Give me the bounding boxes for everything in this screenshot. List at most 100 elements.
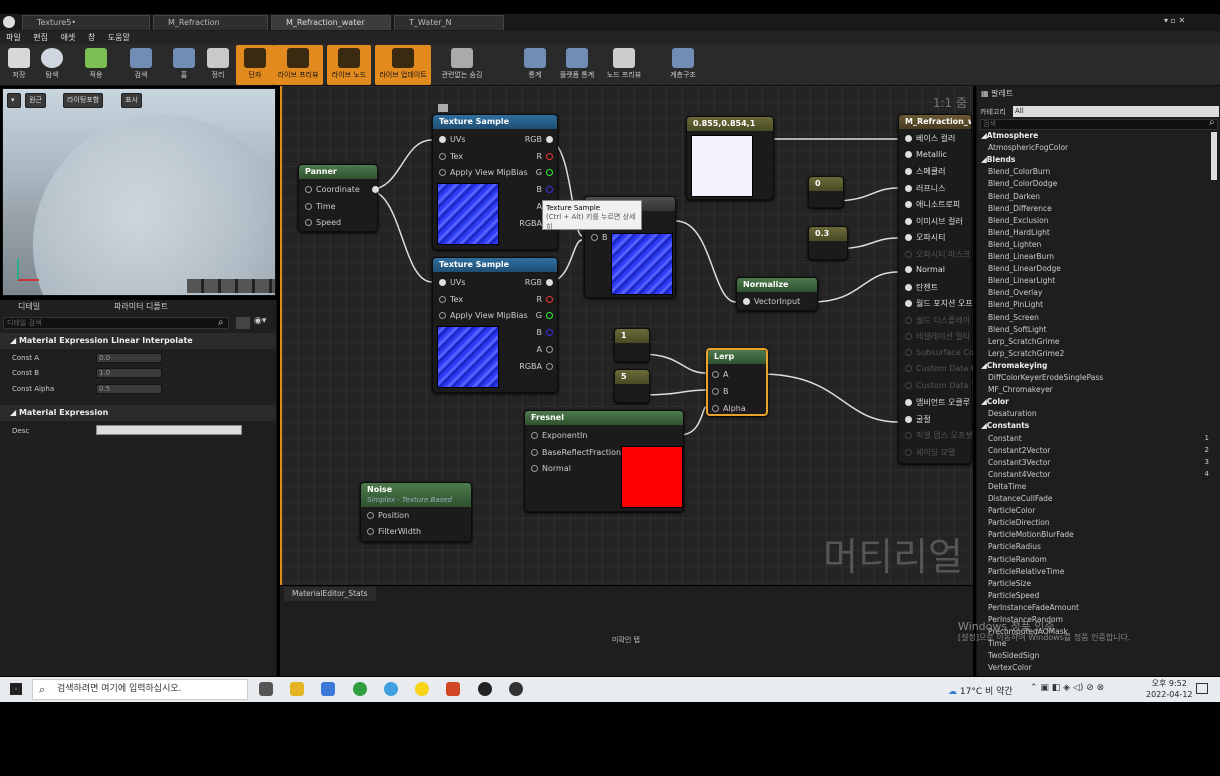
result-input-pin[interactable]: 애니소트로피 — [901, 199, 960, 210]
speed-pin[interactable]: Speed — [301, 218, 341, 227]
result-input-pin[interactable]: 테셀레이션 멀티 — [901, 331, 970, 342]
palette-category[interactable]: ◢Blends — [981, 155, 1015, 164]
live-update-button[interactable]: 라이브 업데이트 — [375, 45, 431, 85]
b-out-pin[interactable]: B — [537, 185, 558, 194]
tab-details[interactable]: 디테일 — [4, 300, 40, 314]
preview-shape-buttons[interactable] — [187, 279, 275, 293]
rgb-out-pin[interactable]: RGB — [525, 135, 557, 144]
palette-item[interactable]: Blend_Darken — [988, 192, 1040, 201]
result-input-pin[interactable]: Subsurface Col — [901, 348, 973, 357]
g-out-pin[interactable]: G — [536, 311, 557, 320]
texture-sample-node[interactable]: Texture Sample UVs Tex Apply View MipBia… — [432, 257, 558, 393]
mipbias-pin[interactable]: Apply View MipBias — [435, 168, 528, 177]
palette-item[interactable]: DistanceCullFade — [988, 494, 1053, 503]
normalize-node[interactable]: Normalize VectorInput — [736, 277, 818, 311]
filterwidth-pin[interactable]: FilterWidth — [363, 527, 421, 536]
lerp-node[interactable]: Lerp A B Alpha — [706, 348, 768, 416]
palette-item[interactable]: ParticleRadius — [988, 542, 1041, 551]
exponentin-pin[interactable]: ExponentIn — [527, 431, 587, 440]
result-input-pin[interactable]: Metallic — [901, 150, 947, 159]
tab-parameter-defaults[interactable]: 파라미터 디폴트 — [100, 300, 168, 314]
const-b-field[interactable]: 1.0 — [96, 368, 162, 378]
desc-field[interactable] — [96, 425, 242, 435]
tab-m-refraction-water[interactable]: M_Refraction_water — [271, 15, 391, 30]
home-button[interactable]: 홈 — [165, 45, 203, 85]
apply-button[interactable]: 적용 — [77, 45, 115, 85]
a-out-pin[interactable]: A — [537, 345, 557, 354]
palette-item[interactable]: Constant — [988, 434, 1022, 443]
palette-item[interactable]: TwoSidedSign — [988, 651, 1039, 660]
palette-item[interactable]: ParticleRandom — [988, 555, 1047, 564]
kakaotalk-icon[interactable] — [415, 682, 429, 696]
palette-category[interactable]: ◢Color — [981, 397, 1009, 406]
palette-item[interactable]: Blend_Screen — [988, 313, 1039, 322]
palette-item[interactable]: Lerp_ScratchGrime — [988, 337, 1060, 346]
palette-item[interactable]: VertexColor — [988, 663, 1032, 672]
constant-node[interactable]: 1 — [614, 328, 650, 362]
palette-item[interactable]: ParticleSpeed — [988, 591, 1039, 600]
tab-m-refraction[interactable]: M_Refraction — [153, 15, 268, 30]
palette-item[interactable]: Blend_Difference — [988, 204, 1052, 213]
result-input-pin[interactable]: 탄젠트 — [901, 282, 938, 293]
tex-pin[interactable]: Tex — [435, 152, 463, 161]
palette-item[interactable]: Constant3Vector — [988, 458, 1050, 467]
palette-item[interactable]: Blend_ColorDodge — [988, 179, 1057, 188]
live-nodes-button[interactable]: 라이브 노드 — [327, 45, 371, 85]
result-input-pin[interactable]: 픽셀 뎁스 오프셋 — [901, 430, 973, 441]
weather-text[interactable]: ☁ 17°C 비 약간 — [948, 684, 1013, 697]
system-tray-icons[interactable]: ⌃ ▣ ◧ ◈ ◁) ⊘ ⊗ — [1030, 683, 1104, 693]
menu-window[interactable]: 창 — [88, 33, 95, 42]
chrome-icon[interactable] — [353, 682, 367, 696]
menu-asset[interactable]: 애셋 — [61, 33, 76, 42]
mipbias-pin[interactable]: Apply View MipBias — [435, 311, 528, 320]
b-pin[interactable]: B — [708, 387, 729, 396]
result-input-pin[interactable]: 오파시티 마스크 — [901, 249, 970, 260]
connectors-button[interactable]: 단자 — [236, 45, 274, 85]
notification-icon[interactable] — [1196, 683, 1208, 694]
palette-item[interactable]: Blend_SoftLight — [988, 325, 1047, 334]
palette-search-input[interactable]: 검색 — [980, 119, 1218, 130]
cleanup-button[interactable]: 정리 — [199, 45, 237, 85]
rgba-out-pin[interactable]: RGBA — [519, 362, 557, 371]
tab-palette[interactable]: ▦ 팔레트 — [981, 88, 1013, 99]
search-button[interactable]: 검색 — [122, 45, 160, 85]
result-input-pin[interactable]: 굴절 — [901, 414, 931, 425]
result-input-pin[interactable]: Custom Data 1 — [901, 381, 973, 390]
constant3vector-node[interactable]: 0.855,0.854,1 — [686, 116, 774, 200]
r-out-pin[interactable]: R — [536, 295, 557, 304]
details-search-input[interactable]: 디테일 검색 — [3, 317, 229, 329]
palette-item[interactable]: ParticleDirection — [988, 518, 1050, 527]
tab-texture5[interactable]: Texture5• — [22, 15, 150, 30]
r-out-pin[interactable]: R — [536, 152, 557, 161]
palette-item[interactable]: ParticleColor — [988, 506, 1035, 515]
hierarchy-button[interactable]: 계층구조 — [664, 45, 702, 85]
basereflect-pin[interactable]: BaseReflectFractionIn — [527, 448, 628, 457]
palette-category[interactable]: ◢Constants — [981, 421, 1029, 430]
unity-icon[interactable] — [509, 682, 523, 696]
lit-button[interactable]: 라이팅포함 — [63, 93, 104, 108]
normal-pin[interactable]: Normal — [527, 464, 571, 473]
palette-item[interactable]: Blend_LinearDodge — [988, 264, 1061, 273]
result-input-pin[interactable]: Custom Data 0 — [901, 364, 973, 373]
palette-item[interactable]: Desaturation — [988, 409, 1037, 418]
palette-category[interactable]: ◢Chromakeying — [981, 361, 1047, 370]
result-input-pin[interactable]: 러프니스 — [901, 183, 945, 194]
fresnel-node[interactable]: Fresnel ExponentIn BaseReflectFractionIn… — [524, 410, 684, 512]
node-preview-button[interactable]: 노드 프리뷰 — [602, 45, 646, 85]
section-linear-interpolate[interactable]: ◢ Material Expression Linear Interpolate — [0, 333, 276, 349]
palette-category[interactable]: ◢Atmosphere — [981, 131, 1038, 140]
material-result-node[interactable]: M_Refraction_wa 베이스 컬러 Metallic 스페큘러러프니스애니… — [898, 114, 973, 464]
b-pin[interactable]: B — [587, 233, 608, 242]
tab-t-water-n[interactable]: T_Water_N — [394, 15, 504, 30]
panner-node[interactable]: Panner Coordinate Time Speed — [298, 164, 379, 232]
palette-item[interactable]: Lerp_ScratchGrime2 — [988, 349, 1064, 358]
b-out-pin[interactable]: B — [537, 328, 558, 337]
palette-item[interactable]: ParticleSize — [988, 579, 1031, 588]
category-select[interactable]: All — [1013, 106, 1219, 117]
const-a-field[interactable]: 0.0 — [96, 353, 162, 363]
result-input-pin[interactable]: 앰비언트 오클루 — [901, 397, 970, 408]
palette-item[interactable]: Blend_ColorBurn — [988, 167, 1050, 176]
file-explorer-icon[interactable] — [290, 682, 304, 696]
palette-item[interactable]: ParticleMotionBlurFade — [988, 530, 1074, 539]
menu-help[interactable]: 도움말 — [108, 33, 130, 42]
